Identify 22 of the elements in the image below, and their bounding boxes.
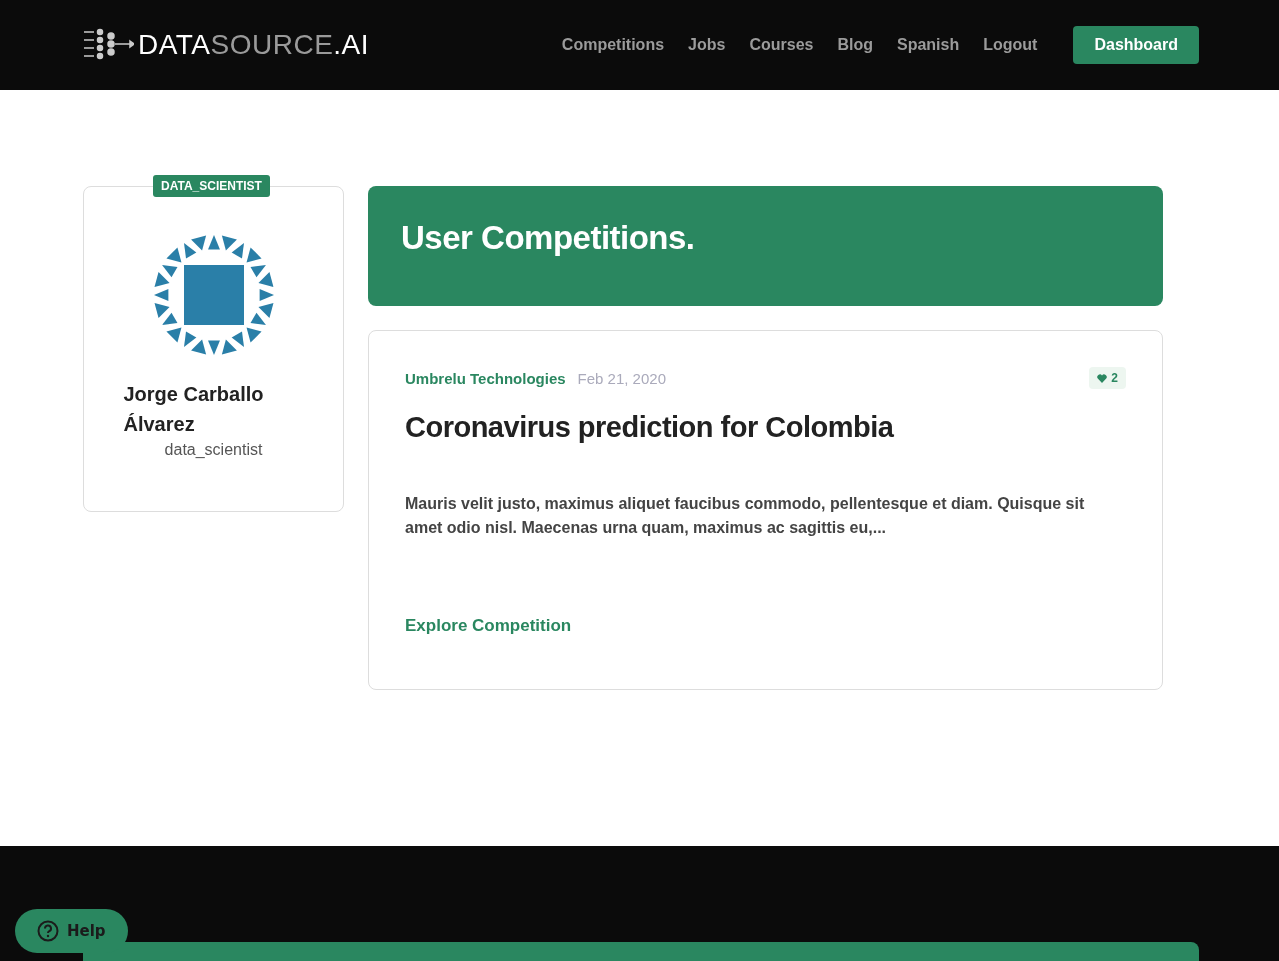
explore-link[interactable]: Explore Competition	[405, 616, 572, 636]
question-icon	[37, 920, 59, 942]
nav-link[interactable]: Courses	[749, 36, 814, 54]
competition-title: Coronavirus prediction for Colombia	[405, 411, 895, 444]
user-name: Jorge Carballo Álvarez	[123, 382, 265, 437]
nav-link[interactable]: Spanish	[897, 36, 960, 54]
username: data_scientist	[164, 441, 263, 459]
company-name: Umbrelu Technologies	[405, 369, 566, 387]
competition-description: Mauris velit justo, maximus aliquet faucibus commodo, pellentesque et diam. Quisque sit amet odio nisl. Maecenas urna quam, maximus ac sagittis eu,...	[405, 494, 1086, 538]
competition-date: Feb 21, 2020	[577, 369, 667, 387]
nav-link[interactable]: Logout	[983, 36, 1038, 54]
dashboard-button[interactable]: Dashboard	[1073, 26, 1199, 64]
likes-badge: 2	[1089, 367, 1126, 389]
nav-link[interactable]: Blog	[837, 36, 873, 54]
heart-icon	[1097, 373, 1108, 383]
nav-link[interactable]: Jobs	[688, 36, 726, 54]
logo-wordmark[interactable]: DATASOURCE.AI	[138, 29, 370, 61]
help-button[interactable]: Help	[15, 909, 128, 953]
role-badge: DATA_SCIENTIST	[153, 175, 270, 197]
network-logo-icon	[84, 28, 134, 62]
nav-link[interactable]: Competitions	[561, 36, 665, 54]
page-title: User Competitions.	[401, 219, 695, 257]
